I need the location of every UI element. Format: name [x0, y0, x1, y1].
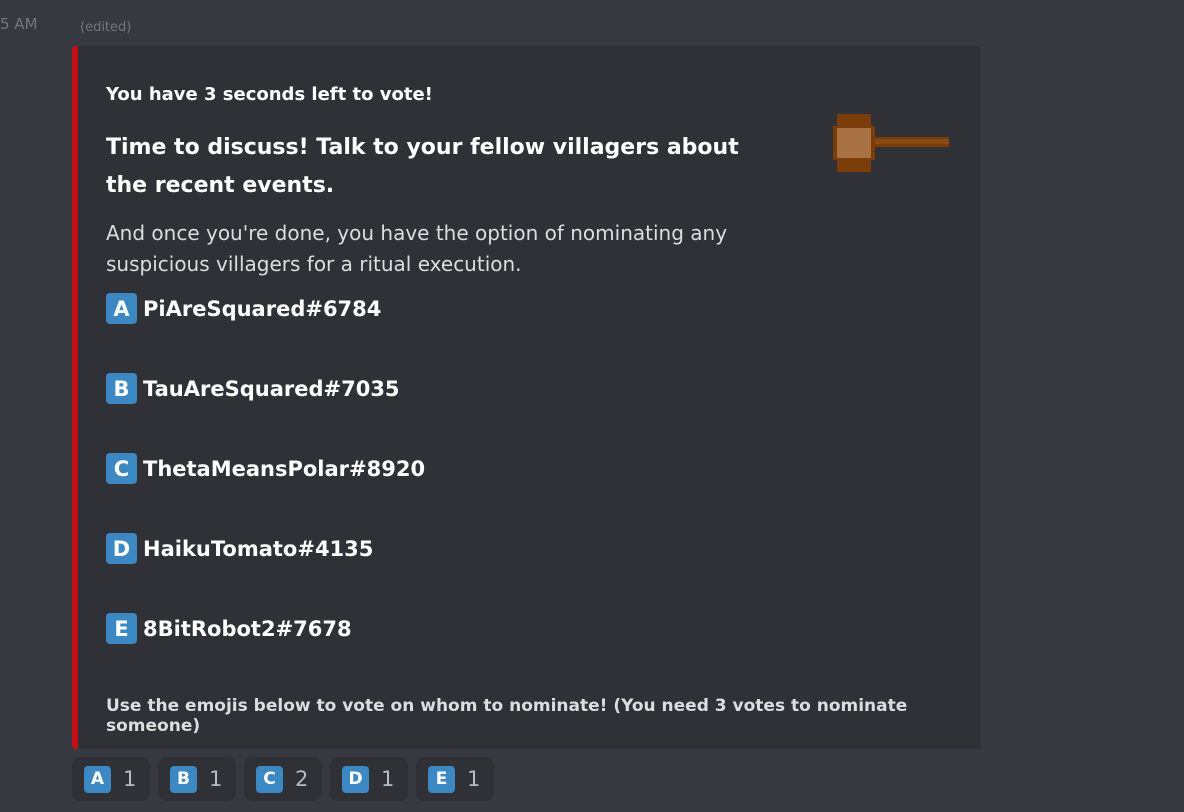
nominee-name: TauAreSquared#7035	[143, 376, 400, 401]
letter-d-icon: D	[342, 765, 369, 793]
reaction-count: 1	[381, 767, 395, 791]
vote-embed: You have 3 seconds left to vote! Time to…	[72, 46, 981, 749]
letter-c-icon: C	[256, 765, 283, 793]
reaction-e[interactable]: E 1	[416, 757, 494, 801]
embed-footer: Use the emojis below to vote on whom to …	[106, 696, 908, 736]
reaction-count: 1	[467, 767, 481, 791]
embed-description: And once you're done, you have the optio…	[106, 221, 728, 276]
edited-label: (edited)	[80, 20, 132, 35]
reaction-count: 1	[123, 767, 137, 791]
nominee-b: B TauAreSquared#7035	[106, 373, 400, 404]
letter-e-icon: E	[106, 613, 137, 644]
nominee-c: C ThetaMeansPolar#8920	[106, 453, 425, 484]
reaction-d[interactable]: D 1	[330, 757, 408, 801]
reaction-count: 2	[295, 767, 309, 791]
nominee-name: HaikuTomato#4135	[143, 536, 374, 561]
nominee-a: A PiAreSquared#6784	[106, 293, 381, 324]
message-timestamp[interactable]: 5 AM	[0, 15, 38, 33]
letter-d-icon: D	[106, 533, 137, 564]
reaction-c[interactable]: C 2	[244, 757, 322, 801]
nominee-e: E 8BitRobot2#7678	[106, 613, 352, 644]
nominee-name: ThetaMeansPolar#8920	[143, 456, 426, 481]
nominee-name: 8BitRobot2#7678	[143, 616, 352, 641]
reaction-count: 1	[209, 767, 223, 791]
letter-a-icon: A	[106, 293, 137, 324]
reaction-a[interactable]: A 1	[72, 757, 150, 801]
letter-e-icon: E	[428, 765, 455, 793]
embed-title: Time to discuss! Talk to your fellow vil…	[106, 135, 739, 198]
reaction-bar: A 1 B 1 C 2 D 1 E 1	[72, 757, 494, 801]
letter-c-icon: C	[106, 453, 137, 484]
letter-b-icon: B	[106, 373, 137, 404]
vote-timer: You have 3 seconds left to vote!	[106, 84, 433, 105]
gavel-icon	[833, 114, 949, 172]
letter-b-icon: B	[170, 765, 197, 793]
reaction-b[interactable]: B 1	[158, 757, 236, 801]
letter-a-icon: A	[84, 765, 111, 793]
nominee-name: PiAreSquared#6784	[143, 296, 382, 321]
nominee-d: D HaikuTomato#4135	[106, 533, 373, 564]
